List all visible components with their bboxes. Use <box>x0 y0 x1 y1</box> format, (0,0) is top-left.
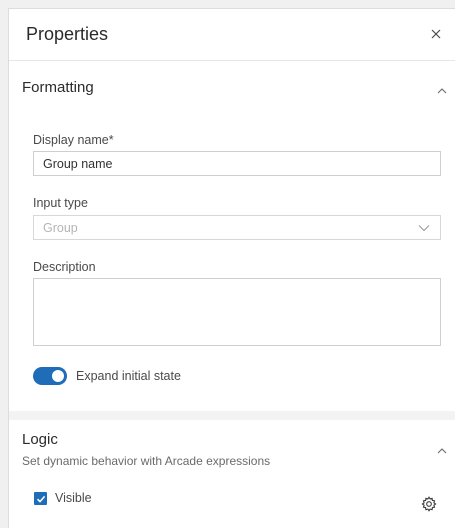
description-textarea[interactable] <box>33 278 441 346</box>
input-type-value: Group <box>43 221 78 235</box>
logic-title: Logic <box>22 431 58 448</box>
panel-title: Properties <box>26 24 109 44</box>
visible-checkbox[interactable] <box>34 492 47 505</box>
visible-label: Visible <box>55 491 92 505</box>
logic-subtitle: Set dynamic behavior with Arcade express… <box>22 454 271 468</box>
toggle-knob <box>52 370 64 382</box>
expand-initial-state-toggle[interactable] <box>33 367 67 385</box>
panel-header: Properties <box>9 9 455 61</box>
section-divider <box>9 411 455 420</box>
input-type-select[interactable]: Group <box>33 215 441 240</box>
description-label: Description <box>33 260 96 274</box>
chevron-up-icon <box>435 86 449 96</box>
close-icon <box>431 29 441 39</box>
checkmark-icon <box>36 495 45 503</box>
display-name-label: Display name* <box>33 133 114 147</box>
logic-section-header[interactable]: Logic Set dynamic behavior with Arcade e… <box>9 420 455 472</box>
formatting-title: Formatting <box>22 79 94 96</box>
display-name-input[interactable] <box>33 151 441 176</box>
chevron-up-icon <box>435 446 449 456</box>
input-type-label: Input type <box>33 196 88 210</box>
properties-panel: Properties Formatting Display name* Inpu… <box>8 8 455 528</box>
expand-initial-state-label: Expand initial state <box>76 369 181 383</box>
chevron-down-icon <box>418 225 430 232</box>
close-button[interactable] <box>425 23 447 45</box>
visible-settings-button[interactable] <box>420 495 438 513</box>
gear-icon <box>421 496 437 512</box>
formatting-section-header[interactable]: Formatting <box>9 61 455 113</box>
